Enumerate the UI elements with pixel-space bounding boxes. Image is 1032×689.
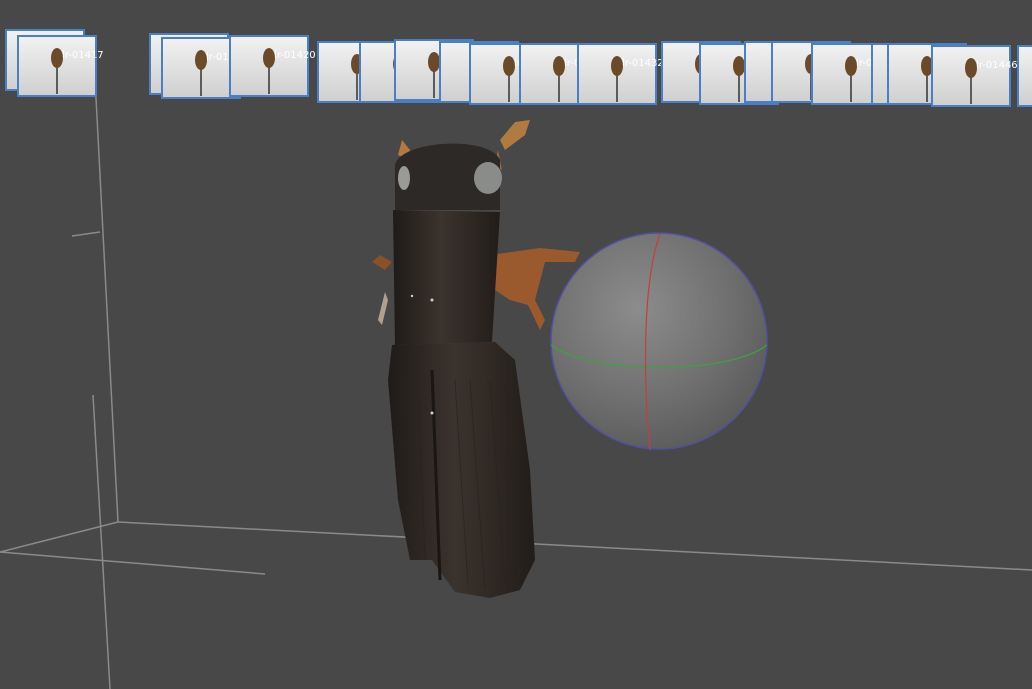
camera-thumbnail[interactable]: lr-01432 — [577, 43, 664, 105]
camera-frame — [1017, 45, 1032, 107]
camera-thumbnail[interactable]: lr-01420 — [229, 35, 316, 97]
3d-viewport[interactable]: lr-01416lr-01417lr-01418lr-01419lr-01420… — [0, 0, 1032, 689]
beetle-elytra — [388, 342, 535, 598]
camera-label: lr-01432 — [622, 58, 664, 69]
camera-label: lr-01417 — [62, 50, 104, 61]
gizmo-sphere — [550, 232, 768, 450]
camera-label: lr-01446 — [976, 60, 1018, 71]
beetle-model[interactable] — [372, 120, 580, 598]
camera-strip: lr-01416lr-01417lr-01418lr-01419lr-01420… — [5, 29, 1032, 107]
camera-label: lr-01420 — [274, 50, 316, 61]
camera-thumbnail[interactable]: lr-01447 — [1017, 45, 1032, 107]
grid-line — [0, 551, 266, 575]
rotation-gizmo[interactable] — [550, 232, 768, 451]
scene-canvas[interactable]: lr-01416lr-01417lr-01418lr-01419lr-01420… — [0, 0, 1032, 689]
camera-thumbnail[interactable]: lr-01417 — [17, 35, 104, 97]
leg-left — [372, 255, 392, 270]
grid-line — [92, 394, 111, 689]
beetle-pronotum — [393, 210, 500, 345]
leg-left-2 — [378, 292, 388, 325]
antenna-right — [500, 120, 530, 150]
beetle-eye — [474, 162, 502, 194]
grid-line — [71, 231, 101, 237]
grid-line — [117, 521, 1032, 571]
camera-thumbnail[interactable]: lr-01446 — [931, 45, 1018, 107]
